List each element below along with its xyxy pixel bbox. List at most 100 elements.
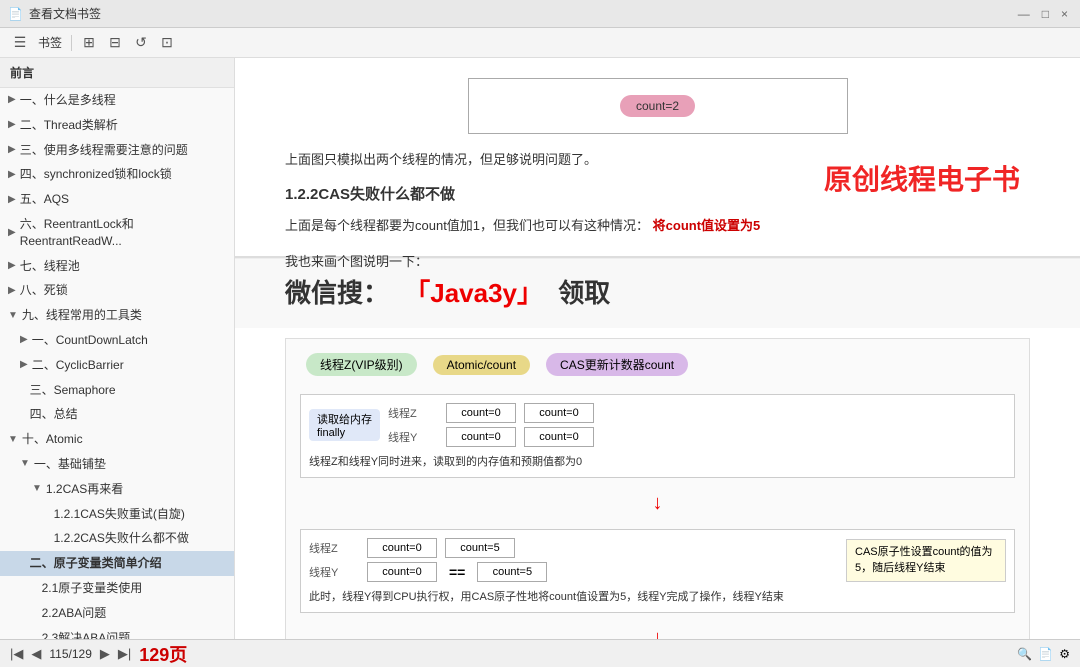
toc-item-1[interactable]: ▶ 二、Thread类解析 xyxy=(0,113,234,138)
arrow-down-1: ↓ xyxy=(296,492,1019,515)
toolbar-label: 书签 xyxy=(38,34,62,51)
watermark-text: 原创线程电子书 xyxy=(824,158,1020,198)
toc-item-9[interactable]: ▶ 一、CountDownLatch xyxy=(0,328,234,353)
diagram-content: 线程Z(VIP级别) Atomic/count CAS更新计数器count 读取… xyxy=(285,338,1030,639)
toc-item-7[interactable]: ▶ 八、死锁 xyxy=(0,278,234,303)
expand-icon-8: ▼ xyxy=(8,309,18,323)
toc-item-6[interactable]: ▶ 七、线程池 xyxy=(0,254,234,279)
expand-icon-21 xyxy=(32,631,38,639)
toc-item-5[interactable]: ▶ 六、ReentrantLock和ReentrantReadW... xyxy=(0,212,234,254)
top-bar-left: 📄 查看文档书签 xyxy=(8,5,101,22)
toc-item-16[interactable]: 1.2.1CAS失败重试(自旋) xyxy=(0,502,234,527)
toc-item-14[interactable]: ▼ 一、基础铺垫 xyxy=(0,452,234,477)
page-display: 115/129 xyxy=(49,647,92,661)
expand-icon-5: ▶ xyxy=(8,226,16,240)
toc-item-4[interactable]: ▶ 五、AQS xyxy=(0,187,234,212)
expand-icon-7: ▶ xyxy=(8,284,16,298)
count-box-7: count=0 xyxy=(367,562,437,582)
expand-icon-17 xyxy=(44,532,50,546)
count-box-5: count=0 xyxy=(367,538,437,558)
main-layout: 前言 ▶ 一、什么是多线程 ▶ 二、Thread类解析 ▶ 三、使用多线程需要注… xyxy=(0,58,1080,639)
menu-button[interactable]: ☰ xyxy=(8,32,32,54)
window-controls: — □ × xyxy=(1014,5,1072,23)
refresh-btn[interactable]: ↺ xyxy=(129,32,153,54)
toolbar-separator xyxy=(71,35,72,51)
status-icon-2[interactable]: 📄 xyxy=(1038,647,1053,661)
desc-text-2: 上面是每个线程都要为count值加1，但我们也可以有这种情况： 将count值设… xyxy=(285,214,1030,237)
close-btn[interactable]: × xyxy=(1057,5,1072,23)
page-total-label: 129页 xyxy=(139,641,187,667)
view-btn-2[interactable]: ⊟ xyxy=(103,32,127,54)
block2-desc: 此时，线程Y得到CPU执行权，用CAS原子性地将count值设置为5，线程Y完成… xyxy=(309,588,1006,604)
equals-sign: == xyxy=(449,564,465,580)
expand-icon-13: ▼ xyxy=(8,433,18,447)
count-box-3: count=0 xyxy=(446,427,516,447)
page-bottom-section: 微信搜： 「Java3y」 领取 线程Z(VIP级别) Atomic/count… xyxy=(235,258,1080,639)
diagram-area: 线程Z(VIP级别) Atomic/count CAS更新计数器count 读取… xyxy=(235,328,1080,639)
restore-btn[interactable]: □ xyxy=(1038,5,1053,23)
minimize-btn[interactable]: — xyxy=(1014,5,1034,23)
thread-z-label2: 线程Z xyxy=(309,540,359,556)
extra-btn[interactable]: ⊡ xyxy=(155,32,179,54)
toc-item-19[interactable]: 2.1原子变量类使用 xyxy=(0,576,234,601)
window-title: 查看文档书签 xyxy=(29,5,101,22)
expand-icon-9: ▶ xyxy=(20,333,28,347)
expand-icon-12 xyxy=(20,408,26,422)
status-bar-right: 🔍 📄 ⚙ xyxy=(1017,647,1070,661)
toc-item-0[interactable]: ▶ 一、什么是多线程 xyxy=(0,88,234,113)
toolbar: ☰ 书签 ⊞ ⊟ ↺ ⊡ xyxy=(0,28,1080,58)
expand-icon-14: ▼ xyxy=(20,457,30,471)
toc-item-semaphore[interactable]: 三、Semaphore xyxy=(0,378,234,403)
sidebar: 前言 ▶ 一、什么是多线程 ▶ 二、Thread类解析 ▶ 三、使用多线程需要注… xyxy=(0,58,235,639)
nav-first-btn[interactable]: |◀ xyxy=(10,646,23,662)
page-top-section: count=2 上面图只模拟出两个线程的情况，但足够说明问题了。 1.2.2CA… xyxy=(235,58,1080,258)
diagram-block-1: 读取给内存finally 线程Z count=0 count=0 线程Y cou… xyxy=(300,394,1015,478)
expand-icon-3: ▶ xyxy=(8,168,16,182)
thread-z-label1: 线程Z xyxy=(388,405,438,421)
thread-y-bubble-top: Atomic/count xyxy=(433,355,530,375)
expand-icon-11 xyxy=(20,383,26,397)
toc-item-20[interactable]: 2.2ABA问题 xyxy=(0,601,234,626)
toc-header: 前言 xyxy=(0,58,234,88)
expand-icon-6: ▶ xyxy=(8,259,16,273)
count-box-6: count=5 xyxy=(445,538,515,558)
toc-list[interactable]: ▶ 一、什么是多线程 ▶ 二、Thread类解析 ▶ 三、使用多线程需要注意的问… xyxy=(0,88,234,639)
thread-y-label1: 线程Y xyxy=(388,429,438,445)
status-icon-1[interactable]: 🔍 xyxy=(1017,647,1032,661)
content-area[interactable]: count=2 上面图只模拟出两个线程的情况，但足够说明问题了。 1.2.2CA… xyxy=(235,58,1080,639)
shared-mem-bubble: CAS更新计数器count xyxy=(546,353,688,376)
nav-last-btn[interactable]: ▶| xyxy=(118,646,131,662)
status-icon-3[interactable]: ⚙ xyxy=(1059,647,1070,661)
toc-item-3[interactable]: ▶ 四、synchronized锁和lock锁 xyxy=(0,162,234,187)
expand-icon-15: ▼ xyxy=(32,482,42,496)
toc-item-atomic-intro[interactable]: 二、原子变量类简单介绍 xyxy=(0,551,234,576)
count-box-4: count=0 xyxy=(524,427,594,447)
expand-icon-16 xyxy=(44,507,50,521)
nav-next-btn[interactable]: ▶ xyxy=(100,646,110,662)
top-bar: 📄 查看文档书签 — □ × xyxy=(0,0,1080,28)
count-bubble: count=2 xyxy=(620,95,695,117)
wechat-title: 微信搜： 「Java3y」 领取 xyxy=(285,273,1030,310)
left-note: 读取给内存finally xyxy=(309,409,380,441)
toc-item-10[interactable]: ▶ 二、CyclicBarrier xyxy=(0,353,234,378)
toc-item-15[interactable]: ▼ 1.2CAS再来看 xyxy=(0,477,234,502)
arrow-down-2: ↓ xyxy=(296,627,1019,639)
toc-item-21[interactable]: 2.3解决ABA问题 xyxy=(0,626,234,639)
thread-y-label2: 线程Y xyxy=(309,564,359,580)
nav-prev-btn[interactable]: ◀ xyxy=(31,646,41,662)
expand-icon-18 xyxy=(20,557,26,571)
expand-icon-19 xyxy=(32,581,38,595)
count-box-8: count=5 xyxy=(477,562,547,582)
app-icon: 📄 xyxy=(8,7,23,21)
toc-item-17[interactable]: 1.2.2CAS失败什么都不做 xyxy=(0,526,234,551)
cas-note-box: CAS原子性设置count的值为5，随后线程Y结束 xyxy=(846,539,1006,582)
toc-item-2[interactable]: ▶ 三、使用多线程需要注意的问题 xyxy=(0,138,234,163)
status-bar-left: |◀ ◀ 115/129 ▶ ▶| 129页 xyxy=(10,641,187,667)
expand-icon-0: ▶ xyxy=(8,93,16,107)
toc-item-8[interactable]: ▼ 九、线程常用的工具类 xyxy=(0,303,234,328)
toc-item-12[interactable]: 四、总结 xyxy=(0,402,234,427)
diagram-block-2: 线程Z count=0 count=5 线程Y count=0 == count… xyxy=(300,529,1015,613)
status-bar: |◀ ◀ 115/129 ▶ ▶| 129页 🔍 📄 ⚙ xyxy=(0,639,1080,667)
view-btn-1[interactable]: ⊞ xyxy=(77,32,101,54)
toc-item-13[interactable]: ▼ 十、Atomic xyxy=(0,427,234,452)
